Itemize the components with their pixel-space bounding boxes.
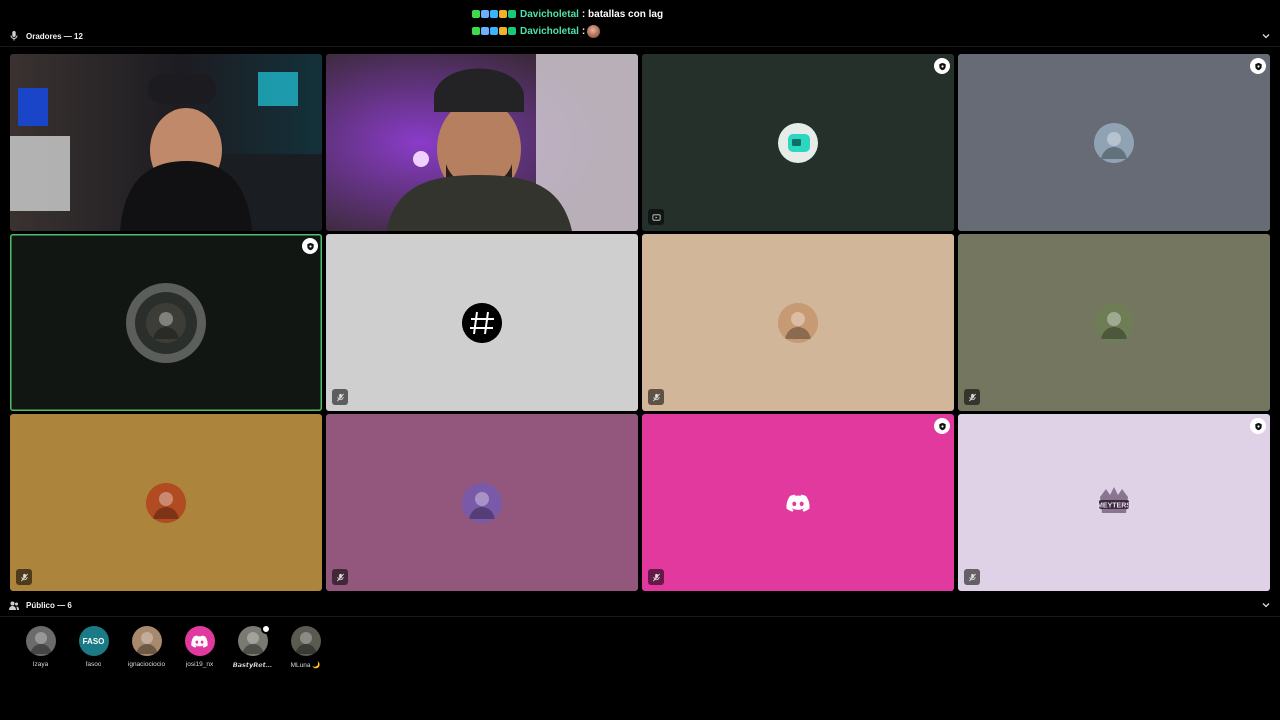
speaker-tile[interactable]: [642, 414, 954, 591]
divider: [0, 46, 1280, 47]
audience-member[interactable]: josi19_nx: [173, 626, 226, 669]
avatar: [1094, 122, 1134, 163]
badge-icon: [472, 10, 480, 18]
avatar: [290, 626, 321, 656]
moderator-shield-icon: [934, 418, 950, 434]
audience-name: ignaciociocio: [127, 661, 166, 668]
muted-mic-icon: [332, 569, 348, 585]
chat-text: : batallas con lag: [581, 8, 664, 20]
speaker-tile[interactable]: [642, 54, 954, 231]
chevron-down-icon[interactable]: [1261, 31, 1271, 41]
avatar-label: FASO: [82, 636, 105, 646]
chat-message: Davicholetal: batallas con lag: [472, 6, 663, 22]
speaker-tile[interactable]: [326, 54, 638, 231]
avatar-image: [131, 626, 162, 656]
audience-list: Izaya FASO fasoo ignaciociocio josi19_nx 𝘽𝙖𝙨𝙩…: [14, 624, 332, 669]
muted-mic-icon: [16, 569, 32, 585]
avatar: FASO: [78, 626, 109, 656]
muted-mic-icon: [964, 389, 980, 405]
audience-name: Izaya: [32, 661, 49, 668]
hashtag-icon: [462, 302, 502, 343]
audience-name: josi19_nx: [185, 661, 214, 668]
speaker-video: [326, 54, 638, 231]
speaker-tile[interactable]: [10, 414, 322, 591]
speaker-video: [10, 54, 322, 231]
avatar: [462, 482, 502, 523]
discord-icon: [184, 626, 215, 656]
speaker-tile[interactable]: [326, 234, 638, 411]
muted-mic-icon: [648, 389, 664, 405]
speaker-tile[interactable]: [958, 54, 1270, 231]
stream-icon: [778, 122, 818, 163]
divider: [0, 616, 1280, 617]
moderator-shield-icon: [1250, 418, 1266, 434]
badge-icon: [490, 10, 498, 18]
speaker-tile[interactable]: [326, 414, 638, 591]
speakers-label: Oradores — 12: [26, 31, 83, 41]
audience-member[interactable]: MLuna 🌙: [279, 626, 332, 669]
speaker-tile[interactable]: [642, 234, 954, 411]
audience-name: fasoo: [85, 661, 102, 668]
avatar-image: [290, 626, 321, 656]
moderator-shield-icon: [302, 238, 318, 254]
status-dot-icon: [260, 624, 271, 634]
avatar: [146, 302, 186, 343]
avatar: [237, 624, 271, 656]
avatar: [1094, 302, 1134, 343]
speaker-tile[interactable]: [958, 234, 1270, 411]
avatar: [146, 482, 186, 523]
audience-member[interactable]: 𝘽𝙖𝙨𝙩𝙮𝙍𝙚𝙩…: [226, 624, 279, 669]
avatar: [778, 302, 818, 343]
svg-text:MEYTERS: MEYTERS: [1097, 502, 1131, 509]
moderator-shield-icon: [934, 58, 950, 74]
avatar: [25, 626, 56, 656]
microphone-icon: [8, 30, 20, 42]
speaker-tile[interactable]: [10, 234, 322, 411]
speaker-tile[interactable]: MEYTERS: [958, 414, 1270, 591]
avatar-image: FASO: [78, 626, 109, 656]
avatar: [131, 626, 162, 656]
speakers-header[interactable]: Oradores — 12: [0, 27, 1280, 45]
audience-name: MLuna 🌙: [290, 662, 321, 669]
people-icon: [8, 599, 20, 611]
avatar-image: [25, 626, 56, 656]
badge-icon: [481, 10, 489, 18]
muted-mic-icon: [648, 569, 664, 585]
chevron-down-icon[interactable]: [1261, 600, 1271, 610]
chat-badges: [472, 10, 516, 18]
meyters-logo: MEYTERS: [1094, 482, 1134, 523]
badge-icon: [508, 10, 516, 18]
audience-member[interactable]: ignaciociocio: [120, 626, 173, 669]
badge-icon: [499, 10, 507, 18]
muted-mic-icon: [964, 569, 980, 585]
moderator-shield-icon: [1250, 58, 1266, 74]
speaker-grid: MEYTERS: [10, 54, 1270, 591]
audience-name: 𝘽𝙖𝙨𝙩𝙮𝙍𝙚𝙩…: [232, 662, 273, 669]
audience-header[interactable]: Público — 6: [0, 596, 1280, 614]
audience-label: Público — 6: [26, 600, 72, 610]
chat-username[interactable]: Davicholetal: [520, 9, 579, 20]
avatar: [184, 626, 215, 656]
muted-mic-icon: [332, 389, 348, 405]
screen-share-icon: [648, 209, 664, 225]
speaker-tile[interactable]: [10, 54, 322, 231]
audience-member[interactable]: FASO fasoo: [67, 626, 120, 669]
discord-icon: [778, 482, 818, 523]
audience-member[interactable]: Izaya: [14, 626, 67, 669]
